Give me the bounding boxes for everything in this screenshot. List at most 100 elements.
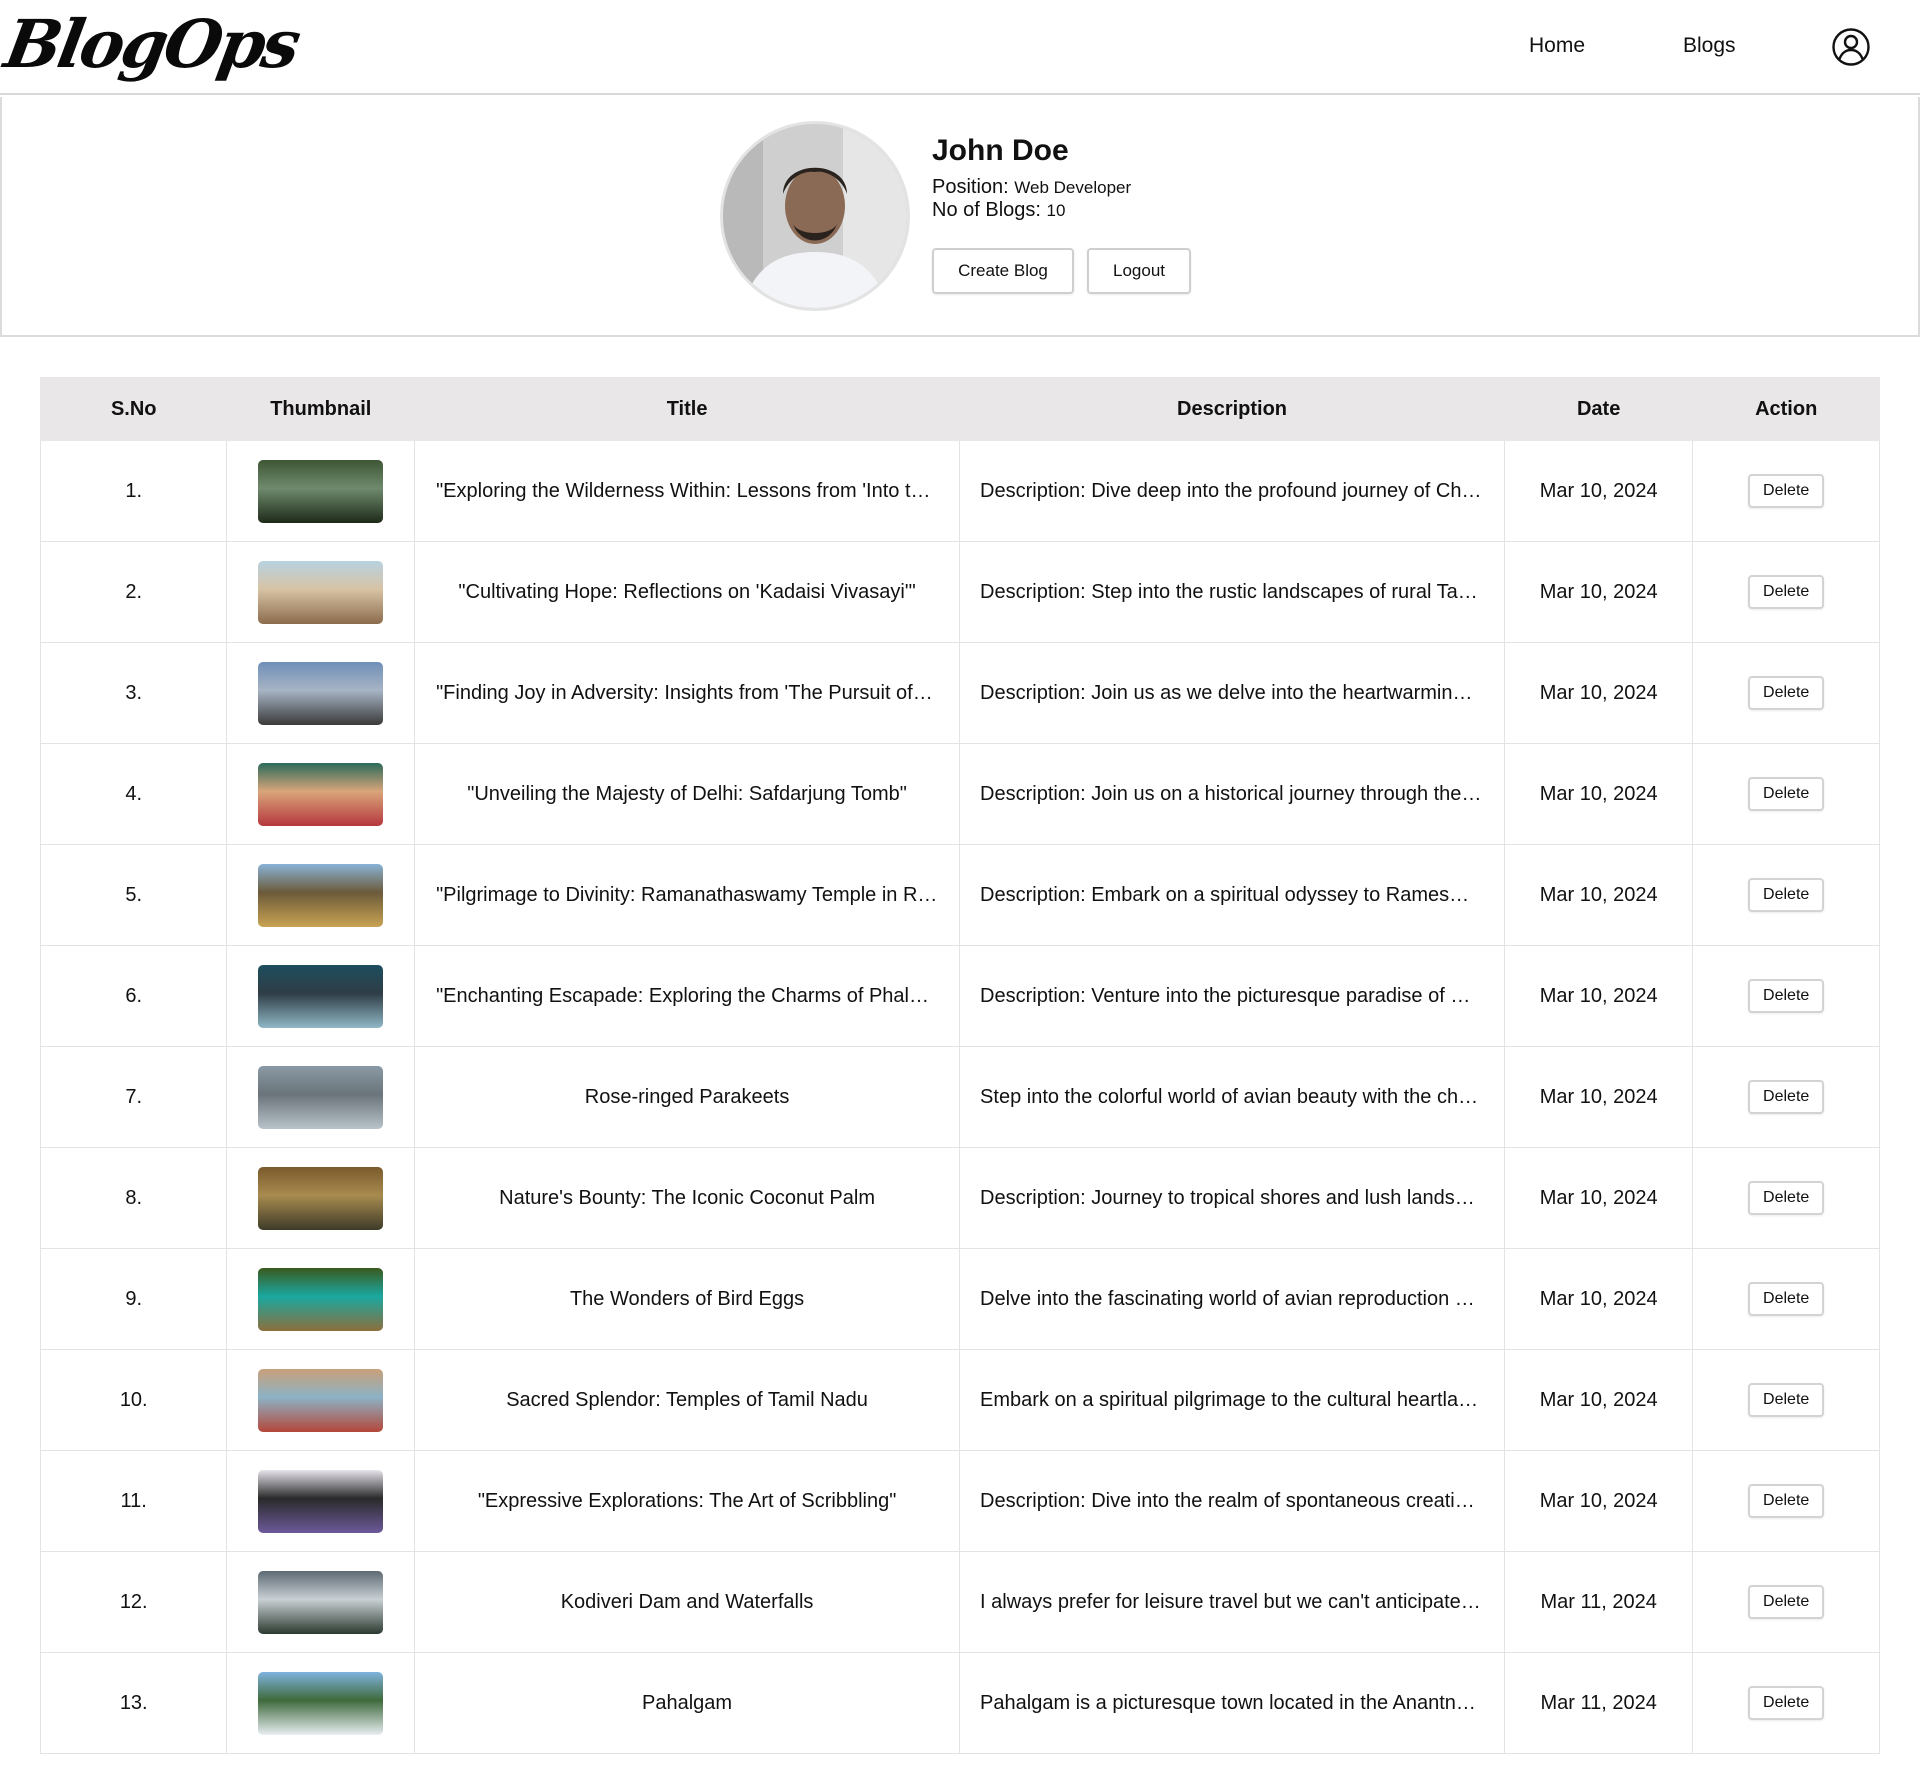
blog-date: Mar 10, 2024	[1539, 479, 1658, 502]
cell-description: Description: Venture into the picturesqu…	[959, 945, 1505, 1047]
cell-thumbnail	[226, 1349, 416, 1451]
cell-date: Mar 10, 2024	[1503, 1147, 1694, 1249]
cell-thumbnail	[226, 642, 416, 744]
logout-button[interactable]: Logout	[1087, 248, 1191, 294]
blog-date: Mar 10, 2024	[1539, 580, 1658, 603]
blog-date: Mar 10, 2024	[1539, 883, 1658, 906]
blog-description: Description: Join us on a historical jou…	[980, 782, 1502, 805]
cell-description: Description: Join us on a historical jou…	[959, 743, 1505, 845]
delete-button[interactable]: Delete	[1748, 1282, 1825, 1316]
blog-thumbnail[interactable]	[258, 1267, 384, 1331]
nav-home-link[interactable]: Home	[1529, 34, 1585, 58]
row-sno: 3.	[125, 681, 143, 704]
cell-title: "Finding Joy in Adversity: Insights from…	[414, 642, 961, 744]
cell-action: Delete	[1692, 1551, 1880, 1653]
row-sno: 5.	[125, 883, 143, 906]
blog-thumbnail[interactable]	[258, 1065, 384, 1129]
cell-action: Delete	[1692, 1652, 1880, 1754]
blog-title: Sacred Splendor: Temples of Tamil Nadu	[506, 1388, 868, 1411]
cell-description: Embark on a spiritual pilgrimage to the …	[959, 1349, 1505, 1451]
cell-description: Delve into the fascinating world of avia…	[959, 1248, 1505, 1350]
blog-thumbnail[interactable]	[258, 964, 384, 1028]
delete-button[interactable]: Delete	[1748, 777, 1825, 811]
blog-thumbnail[interactable]	[258, 1671, 384, 1735]
blog-thumbnail[interactable]	[258, 661, 384, 725]
cell-sno: 5.	[39, 844, 228, 946]
delete-button[interactable]: Delete	[1748, 474, 1825, 508]
cell-thumbnail	[226, 1248, 416, 1350]
cell-title: "Pilgrimage to Divinity: Ramanathaswamy …	[414, 844, 961, 946]
cell-action: Delete	[1692, 541, 1880, 643]
cell-thumbnail	[226, 844, 416, 946]
user-circle-icon[interactable]	[1831, 27, 1871, 67]
blog-count-value: 10	[1046, 201, 1066, 220]
blog-date: Mar 10, 2024	[1539, 1186, 1658, 1209]
blog-date: Mar 11, 2024	[1540, 1691, 1657, 1714]
blog-description: Description: Join us as we delve into th…	[980, 681, 1503, 704]
nav-blogs-link[interactable]: Blogs	[1683, 34, 1736, 58]
blog-thumbnail[interactable]	[258, 1469, 384, 1533]
blogops-logo[interactable]: BlogOps	[0, 4, 304, 84]
blog-date: Mar 10, 2024	[1539, 984, 1658, 1007]
blog-date: Mar 10, 2024	[1539, 1287, 1658, 1310]
delete-button[interactable]: Delete	[1748, 878, 1825, 912]
cell-date: Mar 10, 2024	[1503, 1450, 1694, 1552]
cell-sno: 10.	[39, 1349, 228, 1451]
header-date: Date	[1503, 377, 1694, 441]
blog-thumbnail[interactable]	[258, 459, 384, 523]
blog-thumbnail[interactable]	[258, 1570, 384, 1634]
blog-thumbnail[interactable]	[258, 560, 384, 624]
table-row: 9. The Wonders of Bird Eggs Delve into the…	[39, 1248, 1880, 1350]
table-row: 12. Kodiveri Dam and Waterfalls I always p…	[39, 1551, 1880, 1653]
cell-date: Mar 10, 2024	[1503, 1248, 1694, 1350]
row-sno: 12.	[119, 1590, 148, 1613]
blog-description: Description: Journey to tropical shores …	[980, 1186, 1503, 1209]
cell-sno: 1.	[39, 440, 228, 542]
table-row: 11. "Expressive Explorations: The Art of …	[39, 1450, 1880, 1552]
delete-button[interactable]: Delete	[1748, 1686, 1825, 1720]
delete-button[interactable]: Delete	[1748, 575, 1825, 609]
cell-thumbnail	[226, 945, 416, 1047]
cell-sno: 9.	[39, 1248, 228, 1350]
profile-avatar	[720, 121, 910, 311]
cell-sno: 8.	[39, 1147, 228, 1249]
delete-button[interactable]: Delete	[1748, 1383, 1825, 1417]
cell-description: Description: Journey to tropical shores …	[959, 1147, 1505, 1249]
delete-button[interactable]: Delete	[1748, 1181, 1825, 1215]
row-sno: 11.	[120, 1489, 147, 1512]
table-row: 5. "Pilgrimage to Divinity: Ramanathaswam…	[39, 844, 1880, 946]
cell-title: "Enchanting Escapade: Exploring the Char…	[414, 945, 961, 1047]
blog-description: Step into the colorful world of avian be…	[980, 1085, 1502, 1108]
cell-action: Delete	[1692, 642, 1880, 744]
delete-button[interactable]: Delete	[1748, 1080, 1825, 1114]
delete-button[interactable]: Delete	[1748, 1484, 1825, 1518]
cell-thumbnail	[226, 440, 416, 542]
cell-description: I always prefer for leisure travel but w…	[959, 1551, 1505, 1653]
cell-date: Mar 10, 2024	[1503, 440, 1694, 542]
blogs-table: S.No Thumbnail Title Description Date Ac…	[39, 377, 1880, 1754]
blog-thumbnail[interactable]	[258, 1166, 384, 1230]
row-sno: 7.	[125, 1085, 143, 1108]
blog-title: "Enchanting Escapade: Exploring the Char…	[436, 984, 955, 1007]
delete-button[interactable]: Delete	[1748, 979, 1825, 1013]
cell-title: Rose-ringed Parakeets	[414, 1046, 961, 1148]
row-sno: 6.	[125, 984, 143, 1007]
blog-title: "Unveiling the Majesty of Delhi: Safdarj…	[467, 782, 907, 805]
blog-thumbnail[interactable]	[258, 762, 384, 826]
cell-description: Description: Step into the rustic landsc…	[959, 541, 1505, 643]
blog-thumbnail[interactable]	[258, 1368, 384, 1432]
cell-description: Description: Dive into the realm of spon…	[959, 1450, 1505, 1552]
blog-thumbnail[interactable]	[258, 863, 384, 927]
blog-title: The Wonders of Bird Eggs	[569, 1287, 805, 1310]
delete-button[interactable]: Delete	[1748, 1585, 1825, 1619]
table-row: 13. Pahalgam Pahalgam is a picturesque tow…	[39, 1652, 1880, 1754]
create-blog-button[interactable]: Create Blog	[932, 248, 1074, 294]
cell-thumbnail	[226, 743, 416, 845]
blog-description: Description: Dive deep into the profound…	[980, 479, 1502, 502]
blog-title: "Exploring the Wilderness Within: Lesson…	[436, 479, 959, 502]
blog-date: Mar 10, 2024	[1539, 681, 1658, 704]
cell-title: Sacred Splendor: Temples of Tamil Nadu	[414, 1349, 961, 1451]
top-navbar: BlogOps Home Blogs	[0, 0, 1920, 95]
row-sno: 4.	[125, 782, 143, 805]
delete-button[interactable]: Delete	[1748, 676, 1825, 710]
